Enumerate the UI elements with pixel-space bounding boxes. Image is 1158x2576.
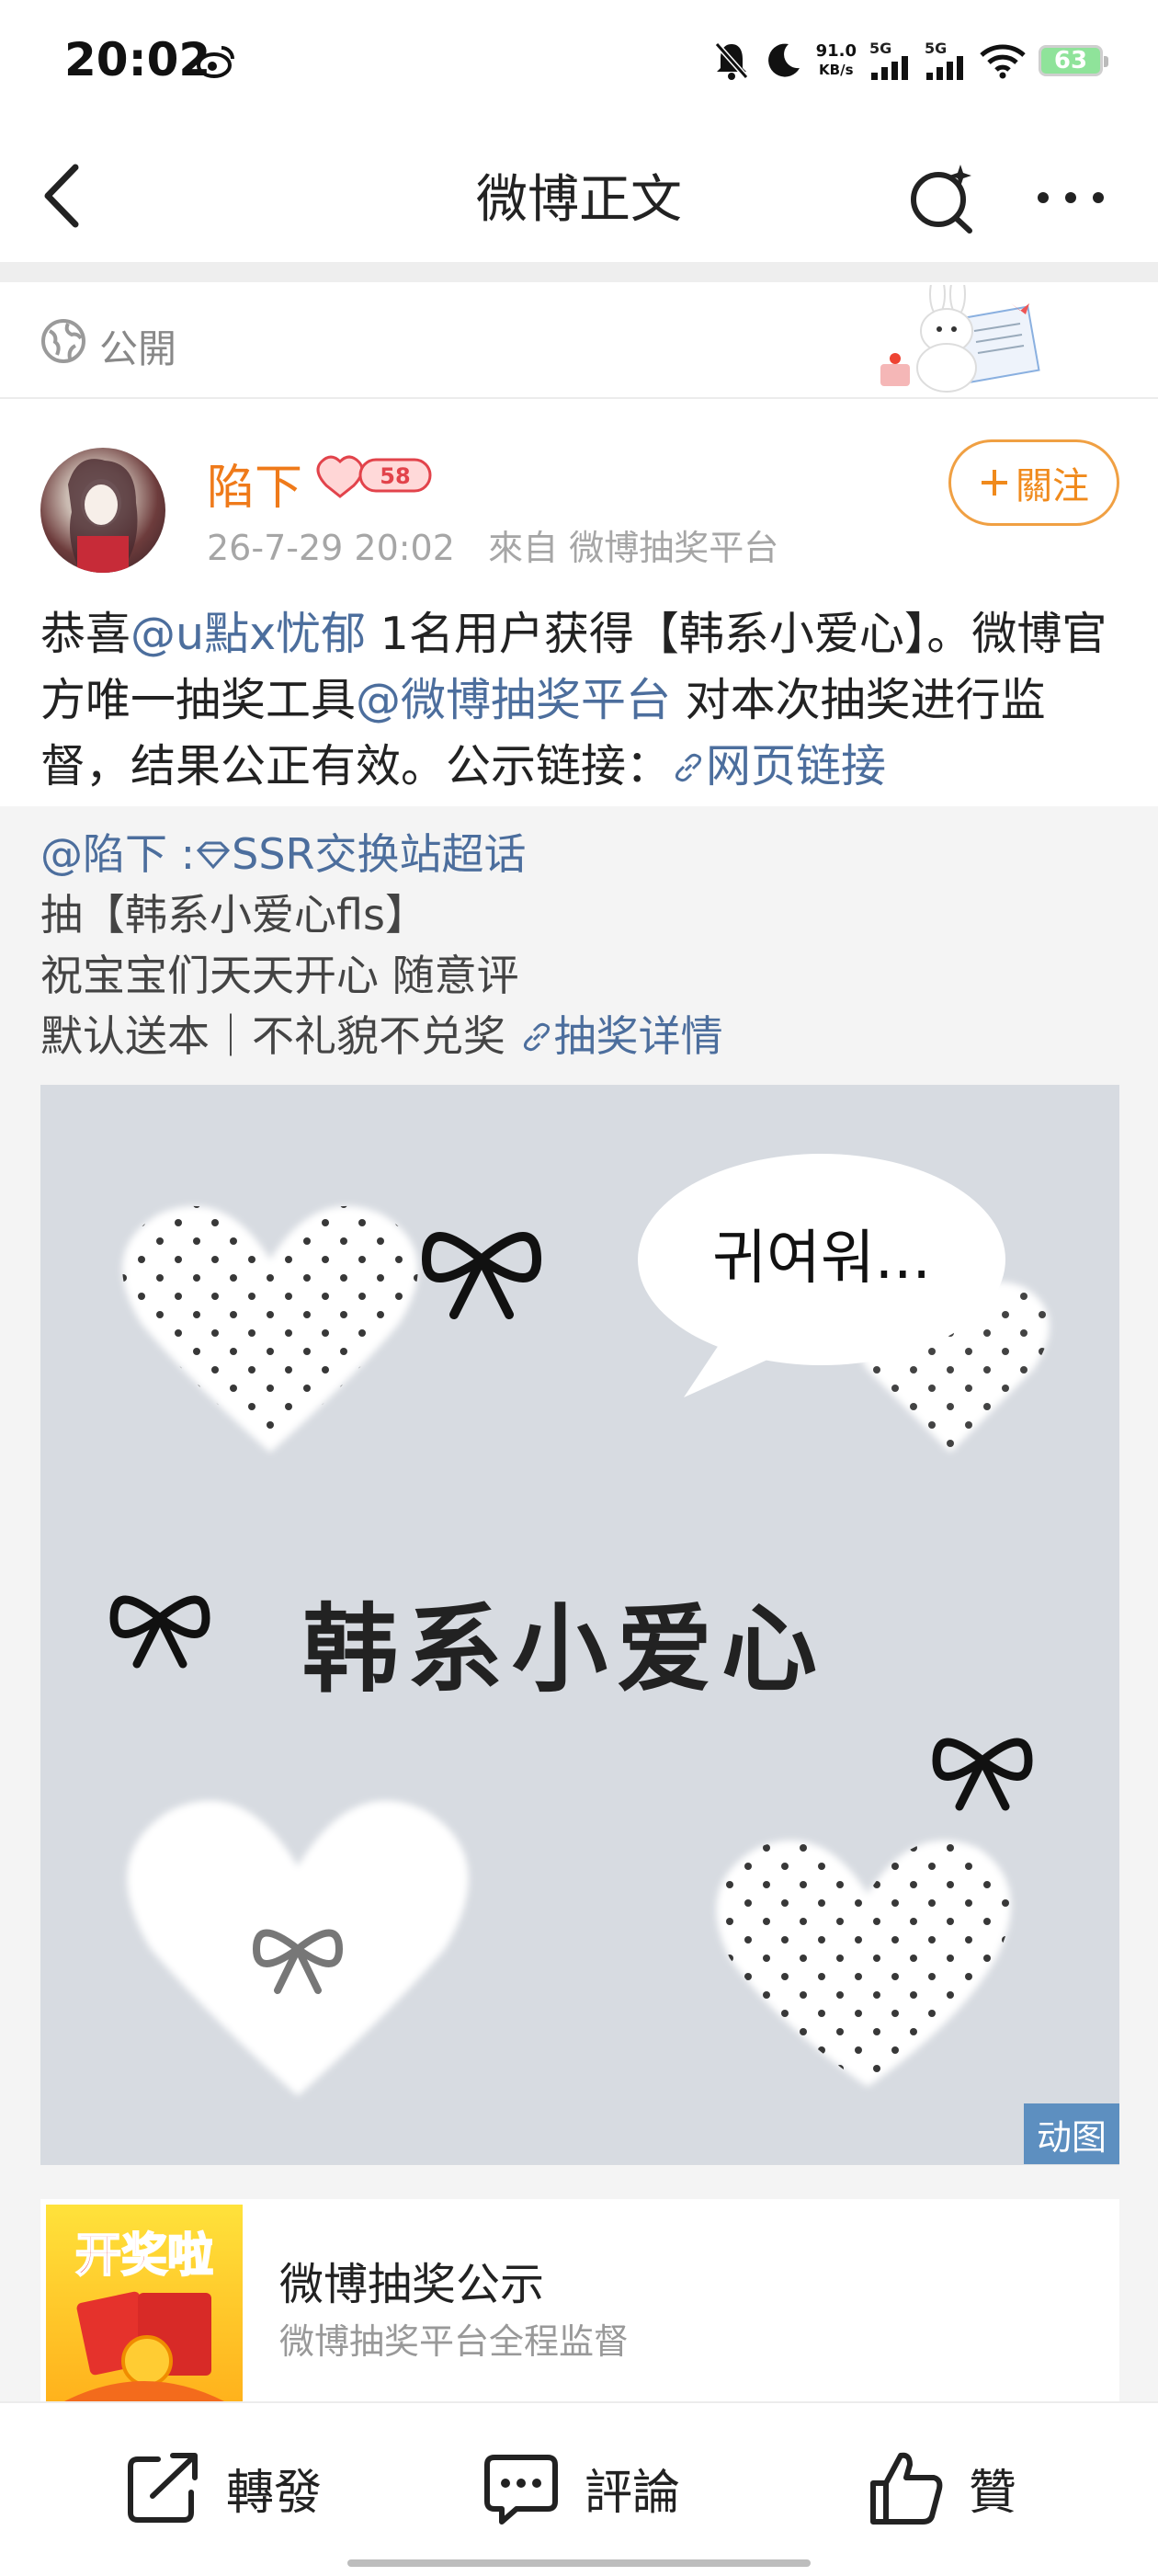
comment-button[interactable]: 評論 <box>480 2442 680 2534</box>
mention-link[interactable]: @u點x忧郁 <box>131 608 366 660</box>
bunny-decoration-sticker <box>880 285 1040 393</box>
svg-text:开奖啦: 开奖啦 <box>75 2228 213 2282</box>
mute-bell-icon <box>714 42 748 80</box>
post-text: 恭喜 <box>40 608 131 660</box>
network-speed: 91.0 KB/s <box>815 41 857 79</box>
section-divider <box>0 262 1158 282</box>
clock: 20:02 <box>64 33 211 86</box>
follow-label: 關注 <box>1016 465 1089 507</box>
gif-badge: 动图 <box>1024 2103 1119 2164</box>
like-label: 贊 <box>969 2465 1017 2521</box>
signal-sim1: 5G <box>869 41 912 80</box>
repost-body: @陷下 : SSR交换站超话 抽【韩系小爱心fls】 祝宝宝们天天开心 随意评 默… <box>40 824 1125 1066</box>
repost-line: 祝宝宝们天天开心 随意评 <box>40 951 519 1000</box>
search-ai-button[interactable] <box>905 161 979 234</box>
globe-icon <box>41 319 85 363</box>
mention-link[interactable]: @微博抽奖平台 <box>356 674 671 726</box>
more-options-button[interactable] <box>1029 175 1112 221</box>
post-image[interactable]: 귀여워... 韩系小爱心 <box>40 1085 1119 2165</box>
comment-label: 評論 <box>585 2465 681 2521</box>
signal-bars-icon <box>871 56 908 80</box>
repost-button[interactable]: 轉發 <box>121 2442 322 2534</box>
home-indicator[interactable] <box>347 2559 811 2567</box>
topic-link[interactable]: SSR交换站超话 <box>232 829 526 879</box>
follow-button[interactable]: 關注 <box>948 439 1119 526</box>
repost-line: 抽【韩系小爱心fls】 <box>40 890 427 940</box>
red-envelope-graphic: 开奖啦 <box>64 2228 224 2401</box>
link-icon <box>523 1022 550 1052</box>
status-icons: 91.0 KB/s 5G 5G 63 <box>713 37 1108 85</box>
weibo-notification-icon <box>197 46 234 78</box>
lottery-card-title: 微博抽奖公示 <box>279 2259 545 2310</box>
signal-sim2: 5G <box>925 41 967 80</box>
bubble-text: 귀여워... <box>712 1225 931 1293</box>
repost-line: 默认送本｜不礼貌不兑奖 <box>40 1011 519 1061</box>
battery-indicator: 63 <box>1039 45 1108 76</box>
visibility-label: 公開 <box>99 326 177 371</box>
heart-graphic: 귀여워... 韩系小爱心 <box>109 1154 1050 2096</box>
comment-icon <box>484 2455 558 2525</box>
signal-bars-icon <box>926 56 963 80</box>
bow-icon <box>932 1738 1033 1811</box>
lottery-card-thumbnail: 开奖啦 <box>46 2205 243 2401</box>
post-body: 恭喜@u點x忧郁 1名用户获得【韩系小爱心】。微博官方唯一抽奖工具@微博抽奖平台… <box>40 601 1125 800</box>
diamond-topic-icon <box>197 841 231 870</box>
bow-icon <box>421 1232 542 1319</box>
bow-icon <box>109 1595 210 1669</box>
wifi-icon <box>980 44 1026 79</box>
lottery-detail-link[interactable]: 抽奖详情 <box>519 1011 723 1061</box>
link-icon <box>675 753 702 782</box>
image-center-text: 韩系小爱心 <box>302 1593 826 1705</box>
repost-label: 轉發 <box>226 2465 323 2521</box>
post-meta: 26-7-29 20:02 來自 微博抽奖平台 <box>207 528 779 568</box>
avatar[interactable] <box>40 448 165 573</box>
plus-icon <box>982 470 1007 496</box>
avatar-portrait <box>68 459 138 573</box>
repost-author-link[interactable]: @陷下 <box>40 829 167 879</box>
thumbs-up-icon <box>870 2452 943 2525</box>
dotted-heart <box>716 1840 1011 2087</box>
like-button[interactable]: 贊 <box>864 2442 1016 2534</box>
author-name[interactable]: 陷下 <box>207 449 302 518</box>
separator: : <box>167 829 196 879</box>
svg-text:58: 58 <box>380 463 410 489</box>
dotted-heart <box>122 1205 418 1453</box>
do-not-disturb-moon-icon <box>767 43 800 77</box>
web-link[interactable]: 网页链接 <box>671 740 886 792</box>
page-title: 微博正文 <box>476 170 682 230</box>
lottery-card-subtitle: 微博抽奖平台全程监督 <box>279 2321 630 2362</box>
user-level-badge: 58 <box>316 455 432 498</box>
share-icon <box>128 2453 198 2523</box>
